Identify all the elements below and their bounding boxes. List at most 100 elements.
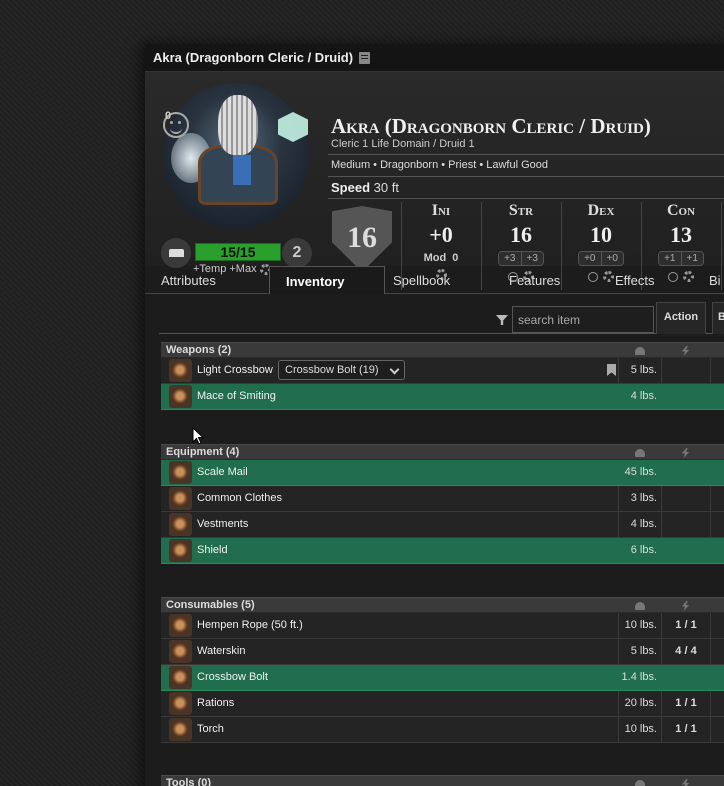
class-line: Cleric 1 Life Domain / Druid 1 [331,138,475,150]
crossbow-icon[interactable] [169,359,192,382]
section-header[interactable]: Tools (0) [161,775,724,786]
item-name[interactable]: Crossbow Bolt [197,665,268,690]
item-name[interactable]: Shield [197,538,228,563]
rations-icon[interactable] [169,692,192,715]
armor-class-shield[interactable]: 16 [332,206,392,272]
tab-spellbook[interactable]: Spellbook [385,266,501,294]
item-row[interactable]: Rations 20 lbs. 1 / 1 [161,691,724,717]
item-weight: 5 lbs. [630,645,657,657]
filter-icon[interactable] [496,315,508,325]
b-filter-button[interactable]: B [712,302,724,334]
tab-effects[interactable]: Effects [609,266,705,294]
section-header[interactable]: Consumables (5) [161,597,724,613]
character-name[interactable]: Akra (Dragonborn Cleric / Druid) [331,114,651,139]
section-title: Consumables (5) [166,599,255,611]
item-weight: 4 lbs. [630,390,657,402]
item-weight: 5 lbs. [630,364,657,376]
bolt-icon[interactable] [169,666,192,689]
stat-value: 16 [510,222,532,247]
item-weight: 3 lbs. [630,492,657,504]
item-weight: 10 lbs. [624,723,657,735]
shield-icon[interactable] [169,539,192,562]
section-tools: Tools (0) [161,775,724,786]
section-title: Tools (0) [166,777,212,786]
stat-save: +3 [520,252,543,265]
item-row[interactable]: Common Clothes 3 lbs. [161,486,724,512]
item-name[interactable]: Rations [197,691,234,716]
item-name[interactable]: Hempen Rope (50 ft.) [197,613,303,638]
item-row[interactable]: Hempen Rope (50 ft.) 10 lbs. 1 / 1 [161,613,724,639]
item-weight: 20 lbs. [624,697,657,709]
rest-button[interactable] [161,238,191,268]
item-uses[interactable]: 1 / 1 [666,691,706,716]
inventory-toolbar: Action B [159,302,724,334]
item-name[interactable]: Waterskin [197,639,246,664]
journal-icon[interactable] [359,51,371,64]
ammo-select[interactable]: Crossbow Bolt (19) [278,360,405,380]
character-traits: Medium • Dragonborn • Priest • Lawful Go… [331,159,548,171]
section-header[interactable]: Weapons (2) [161,342,724,358]
window-titlebar[interactable]: Akra (Dragonborn Cleric / Druid) [145,44,724,72]
waterskin-icon[interactable] [169,640,192,663]
tab-bio[interactable]: Bi [705,266,724,294]
item-name[interactable]: Vestments [197,512,248,537]
item-row[interactable]: Vestments 4 lbs. [161,512,724,538]
item-row[interactable]: Torch 10 lbs. 1 / 1 [161,717,724,743]
charges-icon [681,346,690,356]
stat-value: 10 [590,222,612,247]
item-name[interactable]: Light Crossbow [197,358,273,383]
item-name[interactable]: Common Clothes [197,486,282,511]
item-uses[interactable]: 1 / 1 [666,613,706,638]
character-portrait[interactable] [163,83,309,229]
section-equipment: Equipment (4) Scale Mail 45 lbs. Common … [161,444,724,564]
stat-value: +0 [429,222,453,247]
clothes-icon[interactable] [169,487,192,510]
item-name[interactable]: Torch [197,717,224,742]
item-name[interactable]: Mace of Smiting [197,384,276,409]
item-row[interactable]: Crossbow Bolt 1.4 lbs. [161,665,724,691]
mod-label: Mod [423,252,447,264]
tab-features[interactable]: Features [501,266,609,294]
speed-label: Speed [331,180,371,195]
item-row[interactable]: Waterskin 5 lbs. 4 / 4 [161,639,724,665]
hit-dice[interactable]: 2 [282,238,312,268]
item-row[interactable]: Mace of Smiting 4 lbs. [161,384,724,410]
section-header[interactable]: Equipment (4) [161,444,724,460]
torch-icon[interactable] [169,718,192,741]
rope-icon[interactable] [169,614,192,637]
attunement-icon [635,449,645,457]
charges-icon [681,448,690,458]
item-uses[interactable]: 1 / 1 [666,717,706,742]
attunement-icon [635,602,645,610]
vestments-icon[interactable] [169,513,192,536]
action-filter-button[interactable]: Action [656,302,706,334]
section-weapons: Weapons (2) Light Crossbow Crossbow Bolt… [161,342,724,410]
inspiration-count: 0 [165,110,172,122]
tab-attributes[interactable]: Attributes [145,266,269,294]
item-row[interactable]: Light Crossbow Crossbow Bolt (19) 5 lbs. [161,358,724,384]
item-row[interactable]: Shield 6 lbs. [161,538,724,564]
scale-mail-icon[interactable] [169,461,192,484]
mod-value: 0 [452,252,459,264]
item-weight: 4 lbs. [630,518,657,530]
mace-icon[interactable] [169,385,192,408]
item-weight: 10 lbs. [624,619,657,631]
stat-modifiers: +3 +3 [498,251,544,266]
item-weight: 6 lbs. [630,544,657,556]
charges-icon [681,779,690,786]
search-input[interactable] [512,306,654,333]
item-uses[interactable]: 4 / 4 [666,639,706,664]
stat-label: Str [508,202,534,219]
stat-label: Ini [431,202,451,219]
hp-bar[interactable]: 15/15 [195,243,281,261]
stat-save: +1 [680,252,703,265]
item-row[interactable]: Scale Mail 45 lbs. [161,460,724,486]
stat-mod: +0 [579,252,601,265]
item-name[interactable]: Scale Mail [197,460,248,485]
item-weight: 1.4 lbs. [621,671,657,683]
tab-inventory[interactable]: Inventory [269,266,385,294]
attunement-icon [635,780,645,786]
stat-label: Con [666,202,696,219]
character-sheet-window: Akra (Dragonborn Cleric / Druid) 0 15/15… [145,44,724,786]
section-consumables: Consumables (5) Hempen Rope (50 ft.) 10 … [161,597,724,743]
